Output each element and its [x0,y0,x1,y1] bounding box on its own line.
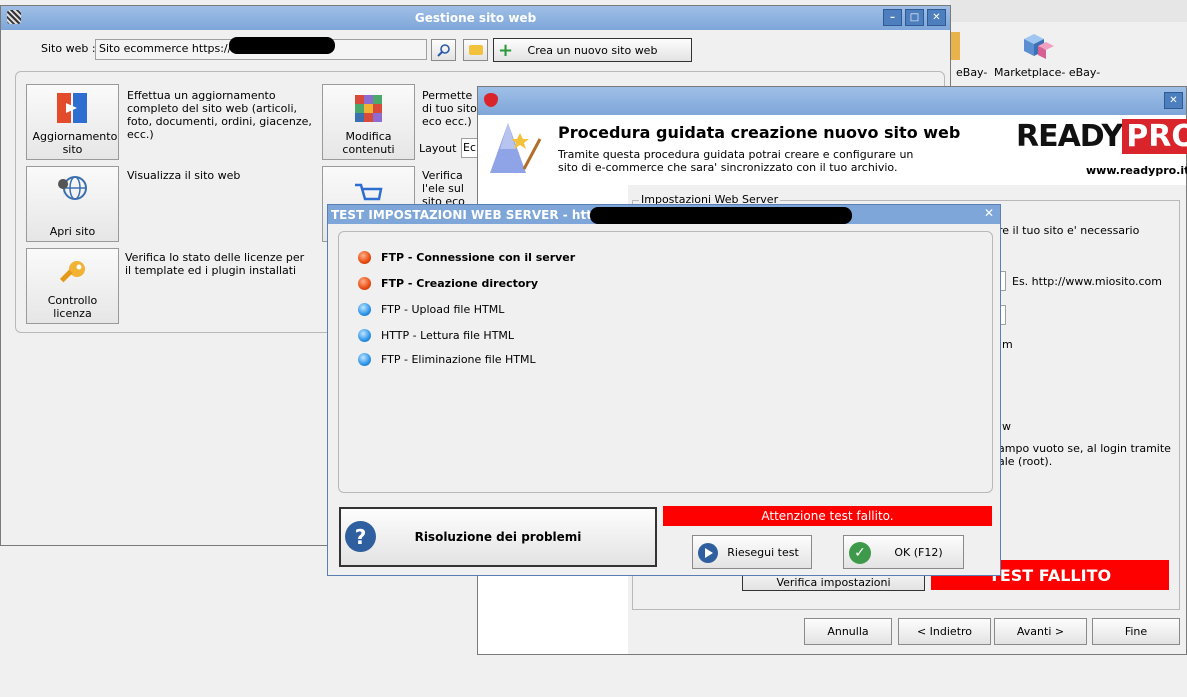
check-icon: ✓ [849,542,871,564]
status-pending-icon [358,329,371,342]
tile-description: Verifica l'ele sul sito eco [422,169,465,208]
wizard-title: Procedura guidata creazione nuovo sito w… [558,123,961,142]
edit-content-tile[interactable]: Modifica contenuti [322,84,415,160]
frag-m: m [1002,338,1013,351]
layout-label: Layout : [419,142,464,155]
site-label: Sito web : [41,42,96,55]
tile-label: Aggiornamento sito [32,130,118,156]
url-example: Es. http://www.miosito.com [1012,275,1162,288]
desktop-icon-ebay[interactable]: eBay- [948,30,992,85]
layout-value: Ec [463,141,476,154]
maximize-button[interactable]: □ [905,9,924,26]
tile-label: Modifica contenuti [342,130,395,156]
next-label: Avanti > [1016,625,1065,638]
test-item: FTP - Upload file HTML [381,303,505,316]
test-item: HTTP - Lettura file HTML [381,329,515,342]
test-dialog-title: TEST IMPOSTAZIONI WEB SERVER - http:/ [331,208,610,222]
folder-icon [468,45,483,55]
finish-button[interactable]: Fine [1092,618,1180,645]
desktop-icon-label: eBay- [956,66,988,79]
tile-label: Apri sito [49,225,96,238]
troubleshoot-button[interactable]: ? Risoluzione dei problemi [339,507,657,567]
tile-description: Visualizza il sito web [127,169,241,182]
open-folder-button[interactable] [463,39,488,61]
license-check-tile[interactable]: Controllo licenza [26,248,119,324]
play-icon [698,543,718,563]
cancel-label: Annulla [827,625,869,638]
cart-icon [355,183,383,201]
cubes-icon [1024,34,1054,59]
tile-description: Verifica lo stato delle licenze per il t… [125,251,305,277]
next-button[interactable]: Avanti > [994,618,1087,645]
logo-pro: PRO [1122,119,1187,154]
status-pending-icon [358,353,371,366]
strawberry-icon [484,93,498,107]
logo-ready: READY [1016,119,1123,154]
verify-label: Verifica impostazioni [776,575,891,589]
wizard-close-button[interactable]: ✕ [1164,92,1183,109]
status-message-bar: Attenzione test fallito. [663,506,992,526]
status-fail-icon [358,277,371,290]
plus-icon: + [498,40,514,61]
new-site-label: Crea un nuovo sito web [527,43,658,57]
readypro-url: www.readypro.it [1086,164,1187,177]
close-button[interactable]: ✕ [927,9,946,26]
test-item: FTP - Connessione con il server [381,251,576,264]
test-dialog: TEST IMPOSTAZIONI WEB SERVER - http:/ ✕ … [327,204,1001,576]
main-window-title: Gestione sito web [414,11,537,25]
back-label: < Indietro [916,625,973,638]
readypro-logo: READY PRO [1016,119,1187,159]
finish-label: Fine [1124,625,1148,638]
main-window-titlebar[interactable]: Gestione sito web – □ ✕ [1,6,950,30]
grid-content-icon [355,95,382,122]
background-desktop [950,0,1187,22]
wizard-subtitle: Tramite questa procedura guidata potrai … [558,148,914,174]
update-icon [57,93,87,123]
tile-label: Controllo licenza [47,294,98,320]
redacted-url [590,207,852,224]
search-site-button[interactable] [431,39,456,61]
cancel-button[interactable]: Annulla [804,618,892,645]
globe-icon [58,176,87,203]
new-site-button[interactable]: + Crea un nuovo sito web [493,38,692,62]
ok-label: OK (F12) [894,545,943,559]
frag-w: w [1002,420,1011,433]
tile-description: Effettua un aggiornamento completo del s… [127,89,312,141]
wizard-titlebar[interactable]: ✕ [478,87,1186,115]
ok-button[interactable]: ✓ OK (F12) [843,535,964,569]
frag-text2: ampo vuoto se, al login tramite ale (roo… [998,442,1171,468]
key-icon [59,261,85,283]
test-item: FTP - Creazione directory [381,277,538,290]
back-button[interactable]: < Indietro [898,618,991,645]
open-site-tile[interactable]: Apri sito [26,166,119,242]
minimize-button[interactable]: – [883,9,902,26]
wizard-hat-icon [490,123,542,173]
site-value: Sito ecommerce https://ww [99,42,250,55]
troubleshoot-label: Risoluzione dei problemi [414,530,582,544]
frag-text1: re il tuo sito e' necessario [998,224,1140,237]
status-fail-icon [358,251,371,264]
status-message: Attenzione test fallito. [761,509,894,523]
search-icon [436,44,450,57]
test-item: FTP - Eliminazione file HTML [381,353,536,366]
desktop-icon-marketplace[interactable]: Marketplace- eBay- [994,30,1140,85]
help-icon: ? [345,521,376,552]
test-dialog-close-icon[interactable]: ✕ [984,206,994,220]
status-pending-icon [358,303,371,316]
desktop-icon-label: Marketplace- eBay- [994,66,1101,79]
retry-label: Riesegui test [727,545,799,559]
update-site-tile[interactable]: Aggiornamento sito [26,84,119,160]
tile-description: Permette di tuo sito eco ecc.) [422,89,477,128]
retry-test-button[interactable]: Riesegui test [692,535,812,569]
redacted-area [229,37,335,54]
wizard-header: Procedura guidata creazione nuovo sito w… [478,115,1187,185]
test-failed-text: TEST FALLITO [988,565,1112,585]
